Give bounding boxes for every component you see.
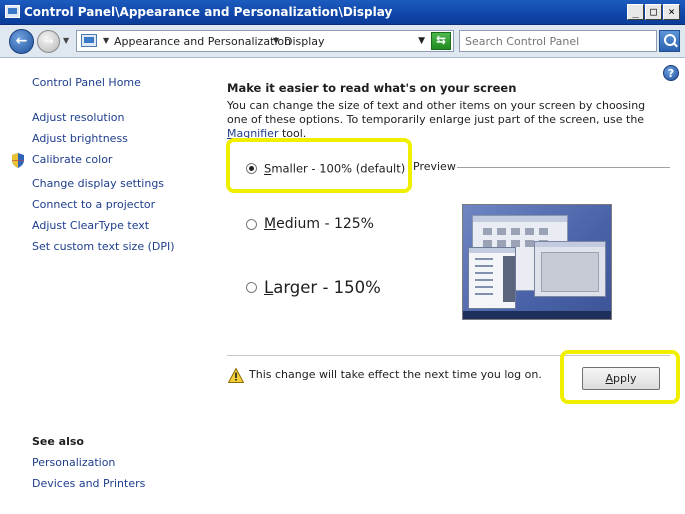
forward-button[interactable]: → [37,30,60,53]
radio-button-larger[interactable] [246,282,257,293]
option-medium-text: edium - 125% [276,216,374,232]
option-larger-label: Larger - 150% [264,278,381,297]
option-larger-text: arger - 150% [273,278,381,297]
page-heading: Make it easier to read what's on your sc… [227,81,517,95]
maximize-button[interactable]: □ [645,4,662,20]
option-medium-accesskey: M [264,216,277,232]
breadcrumb-chevron-icon[interactable]: ▼ [273,36,279,45]
radio-button-smaller[interactable] [246,163,257,174]
description-text: You can change the size of text and othe… [227,99,646,126]
back-button[interactable]: ← [9,29,34,54]
minimize-button[interactable]: _ [627,4,644,20]
control-panel-icon [81,34,97,47]
sidebar-link-calibrate-color[interactable]: Calibrate color [32,153,112,166]
breadcrumb-appearance[interactable]: Appearance and Personalization [114,35,291,48]
option-smaller[interactable]: Smaller - 100% (default) [246,161,405,176]
logon-warning-text: This change will take effect the next ti… [249,368,542,381]
address-field[interactable]: ▼ Appearance and Personalization ▼ Displ… [76,30,454,52]
option-medium-label: Medium - 125% [264,216,374,232]
preview-image [462,204,612,320]
apply-label: pply [613,372,637,385]
history-dropdown-icon[interactable]: ▼ [63,36,69,45]
see-also-link-personalization[interactable]: Personalization [32,456,115,469]
radio-button-medium[interactable] [246,218,257,230]
address-dropdown-icon[interactable]: ▼ [418,36,425,46]
see-also-link-devices-printers[interactable]: Devices and Printers [32,477,145,490]
option-smaller-label: Smaller - 100% (default) [264,162,405,176]
option-larger[interactable]: Larger - 150% [246,277,381,297]
warning-icon [228,368,244,383]
sidebar-link-custom-text-size[interactable]: Set custom text size (DPI) [32,240,175,253]
page-description: You can change the size of text and othe… [227,99,667,141]
option-smaller-text: maller - 100% (default) [271,161,406,176]
close-button[interactable]: × [663,4,680,20]
search-box[interactable] [459,30,657,52]
preview-divider [457,167,670,168]
see-also-heading: See also [32,435,84,448]
sidebar-link-change-display-settings[interactable]: Change display settings [32,177,164,190]
option-larger-accesskey: L [264,278,274,297]
sidebar-link-adjust-cleartype[interactable]: Adjust ClearType text [32,219,149,232]
sidebar-link-adjust-brightness[interactable]: Adjust brightness [32,132,128,145]
option-medium[interactable]: Medium - 125% [246,216,374,232]
sidebar-link-connect-projector[interactable]: Connect to a projector [32,198,155,211]
shield-icon [12,153,24,168]
window-title: Control Panel\Appearance and Personaliza… [24,5,393,19]
preview-taskbar [463,311,611,319]
breadcrumb-display[interactable]: Display [284,35,325,48]
address-toolbar: ← → ▼ ▼ Appearance and Personalization ▼… [0,25,685,58]
breadcrumb-chevron-icon[interactable]: ▼ [103,36,109,45]
search-input[interactable] [460,31,656,51]
preview-window-dialog [534,241,606,297]
title-bar: Control Panel\Appearance and Personaliza… [0,0,685,25]
apply-button[interactable]: Apply [582,367,660,390]
control-panel-icon [5,5,20,18]
help-icon[interactable]: ? [663,65,679,81]
apply-accesskey: A [605,372,613,385]
search-icon[interactable] [659,30,680,52]
preview-window-menu [468,247,516,309]
sidebar-link-adjust-resolution[interactable]: Adjust resolution [32,111,125,124]
refresh-icon[interactable]: ⇆ [431,32,451,50]
preview-label: Preview [413,160,456,173]
sidebar-link-control-panel-home[interactable]: Control Panel Home [32,76,141,89]
